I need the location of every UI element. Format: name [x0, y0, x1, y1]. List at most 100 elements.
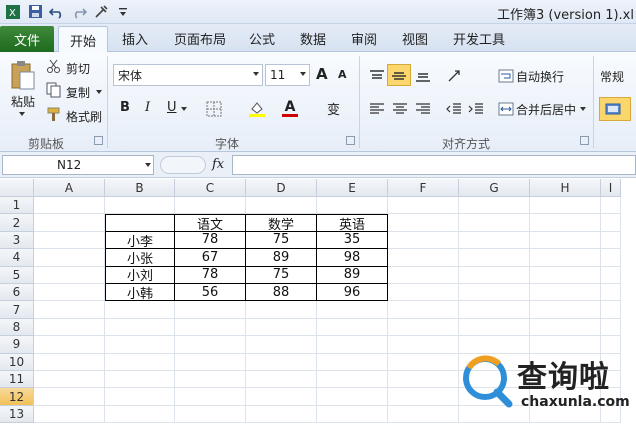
cell-i2[interactable] [601, 214, 621, 232]
paste-button[interactable]: 粘贴 [11, 93, 35, 110]
cell-a1[interactable] [34, 197, 105, 215]
cell-d5[interactable]: 75 [246, 266, 317, 284]
cell-e12[interactable] [317, 388, 388, 406]
cell-b3[interactable]: 小李 [105, 231, 175, 250]
cell-a6[interactable] [34, 284, 105, 302]
cell-b5[interactable]: 小刘 [105, 266, 175, 284]
cell-b10[interactable] [105, 353, 175, 371]
cell-h6[interactable] [530, 284, 601, 302]
column-header-g[interactable]: G [459, 179, 530, 197]
paste-dropdown-icon[interactable] [19, 112, 25, 116]
align-middle-icon[interactable] [387, 64, 411, 86]
cell-c6[interactable]: 56 [175, 284, 246, 302]
column-header-c[interactable]: C [175, 179, 246, 197]
name-box[interactable]: N12 [2, 155, 154, 175]
row-header-2[interactable]: 2 [0, 214, 34, 232]
cell-h5[interactable] [530, 266, 601, 284]
cell-e11[interactable] [317, 371, 388, 389]
cell-i3[interactable] [601, 231, 621, 250]
cell-f3[interactable] [388, 231, 459, 250]
cell-d11[interactable] [246, 371, 317, 389]
cell-b6[interactable]: 小韩 [105, 284, 175, 302]
cell-g4[interactable] [459, 249, 530, 267]
column-header-e[interactable]: E [317, 179, 388, 197]
cell-f1[interactable] [388, 197, 459, 215]
cell-b12[interactable] [105, 388, 175, 406]
cell-g5[interactable] [459, 266, 530, 284]
cell-c10[interactable] [175, 353, 246, 371]
cell-f9[interactable] [388, 336, 459, 354]
tab-insert[interactable]: 插入 [122, 29, 148, 48]
copy-button[interactable]: 复制 [66, 84, 90, 101]
cell-c5[interactable]: 78 [175, 266, 246, 284]
cell-f13[interactable] [388, 405, 459, 424]
align-bottom-icon[interactable] [413, 66, 433, 86]
tab-file[interactable]: 文件 [0, 26, 54, 52]
cell-b13[interactable] [105, 405, 175, 424]
cell-d4[interactable]: 89 [246, 249, 317, 267]
cell-b7[interactable] [105, 301, 175, 319]
tab-page-layout[interactable]: 页面布局 [174, 29, 226, 48]
cell-f11[interactable] [388, 371, 459, 389]
cell-b1[interactable] [105, 197, 175, 215]
align-center-icon[interactable] [390, 99, 410, 119]
row-header-13[interactable]: 13 [0, 405, 34, 424]
cell-h8[interactable] [530, 318, 601, 337]
cell-a9[interactable] [34, 336, 105, 354]
tab-review[interactable]: 审阅 [351, 29, 377, 48]
tab-home[interactable]: 开始 [58, 26, 108, 53]
cell-b9[interactable] [105, 336, 175, 354]
customize-qat-icon[interactable] [114, 3, 132, 20]
align-top-icon[interactable] [367, 66, 387, 86]
cell-d1[interactable] [246, 197, 317, 215]
cell-h7[interactable] [530, 301, 601, 319]
save-icon[interactable] [26, 3, 44, 20]
cell-e13[interactable] [317, 405, 388, 424]
row-header-6[interactable]: 6 [0, 284, 34, 302]
cell-e10[interactable] [317, 353, 388, 371]
cell-f6[interactable] [388, 284, 459, 302]
cell-h1[interactable] [530, 197, 601, 215]
cell-e7[interactable] [317, 301, 388, 319]
cell-c11[interactable] [175, 371, 246, 389]
column-header-a[interactable]: A [34, 179, 105, 197]
column-header-d[interactable]: D [246, 179, 317, 197]
row-header-9[interactable]: 9 [0, 336, 34, 354]
cell-e4[interactable]: 98 [317, 249, 388, 267]
cell-g3[interactable] [459, 231, 530, 250]
cell-b11[interactable] [105, 371, 175, 389]
phonetic-button[interactable]: 变 [327, 99, 340, 118]
cell-e2[interactable]: 英语 [317, 214, 388, 233]
insert-function-icon[interactable]: fx [212, 157, 224, 172]
cell-a8[interactable] [34, 318, 105, 337]
grow-font-button[interactable]: A [316, 65, 328, 83]
cell-f4[interactable] [388, 249, 459, 267]
decrease-indent-icon[interactable] [444, 99, 464, 119]
align-right-icon[interactable] [413, 99, 433, 119]
cell-g2[interactable] [459, 214, 530, 232]
copy-dropdown-icon[interactable] [96, 90, 102, 94]
cell-a4[interactable] [34, 249, 105, 267]
select-all-corner[interactable] [0, 179, 34, 197]
row-header-7[interactable]: 7 [0, 301, 34, 319]
cell-a10[interactable] [34, 353, 105, 371]
cell-e8[interactable] [317, 318, 388, 337]
cell-f10[interactable] [388, 353, 459, 371]
cell-d8[interactable] [246, 318, 317, 337]
align-left-icon[interactable] [367, 99, 387, 119]
undo-icon[interactable] [48, 3, 66, 20]
cell-i8[interactable] [601, 318, 621, 337]
cell-h2[interactable] [530, 214, 601, 232]
cell-g1[interactable] [459, 197, 530, 215]
cell-a13[interactable] [34, 405, 105, 424]
cell-b8[interactable] [105, 318, 175, 337]
redo-icon[interactable] [70, 3, 88, 20]
orientation-icon[interactable] [446, 66, 466, 86]
cell-c4[interactable]: 67 [175, 249, 246, 267]
cell-a11[interactable] [34, 371, 105, 389]
merge-center-button[interactable]: 合并后居中 [516, 101, 576, 118]
cell-d6[interactable]: 88 [246, 284, 317, 302]
formula-input[interactable] [232, 155, 636, 175]
underline-dropdown-icon[interactable] [181, 107, 187, 111]
font-launcher-icon[interactable] [346, 136, 355, 145]
